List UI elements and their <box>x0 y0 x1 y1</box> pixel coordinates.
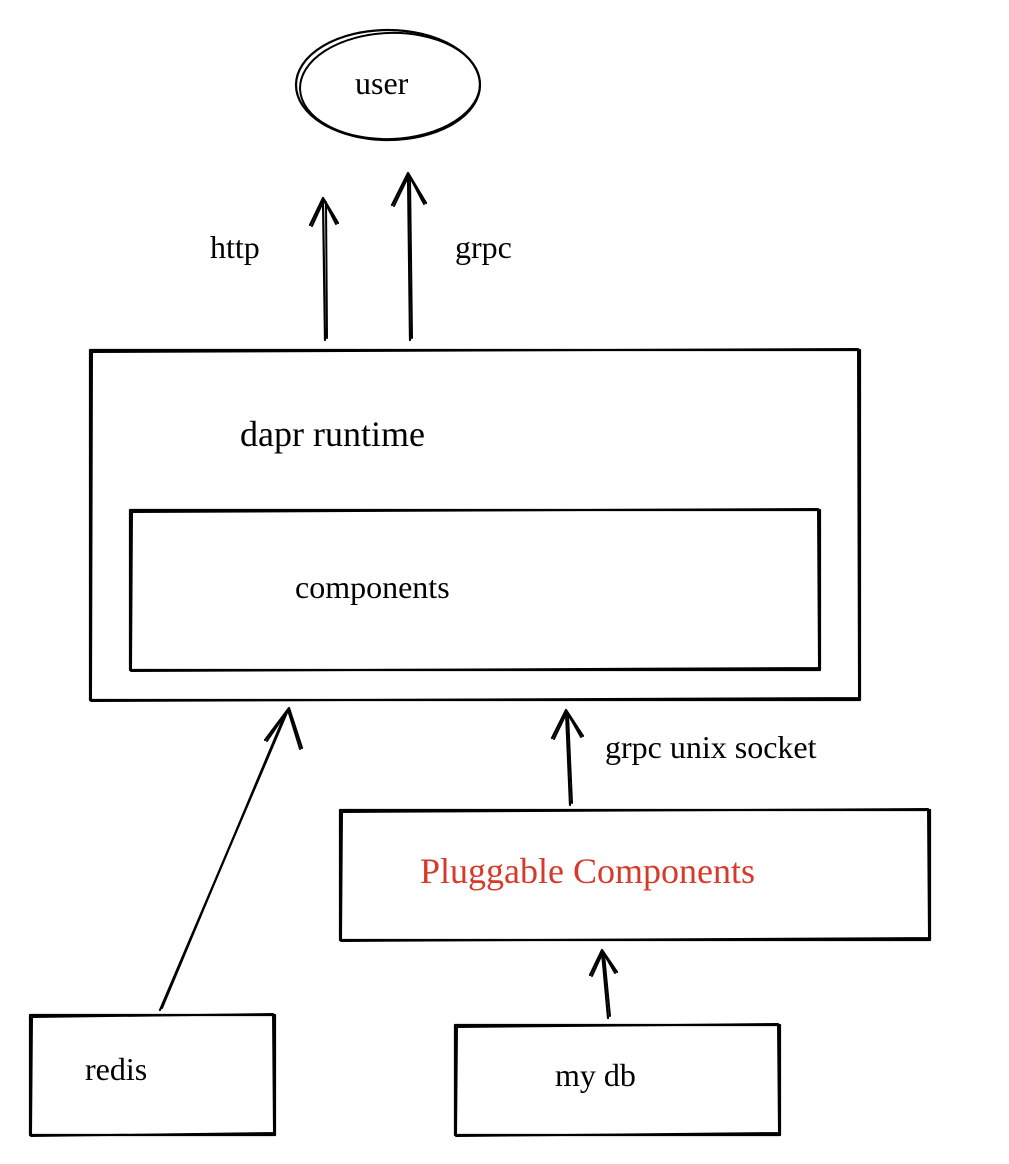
user-label: user <box>355 66 408 101</box>
redis-to-components-arrow <box>160 708 302 1010</box>
mydb-label: my db <box>555 1058 636 1093</box>
grpc-unix-socket-label: grpc unix socket <box>605 730 817 765</box>
mydb-to-pluggable-arrow <box>590 950 617 1018</box>
grpc-label: grpc <box>455 230 512 265</box>
http-arrow <box>310 198 338 340</box>
dapr-runtime-box <box>90 349 860 701</box>
dapr-runtime-label: dapr runtime <box>240 415 425 455</box>
grpc-arrow <box>392 173 426 340</box>
components-label: components <box>295 570 450 605</box>
http-label: http <box>210 230 260 265</box>
diagram-canvas: user http grpc dapr runtime components g… <box>0 0 1009 1164</box>
pluggable-components-label: Pluggable Components <box>420 852 755 892</box>
redis-label: redis <box>85 1052 147 1087</box>
components-box <box>130 509 820 671</box>
diagram-svg <box>0 0 1009 1164</box>
pluggable-to-components-arrow <box>552 710 583 805</box>
redis-box <box>30 1014 275 1136</box>
